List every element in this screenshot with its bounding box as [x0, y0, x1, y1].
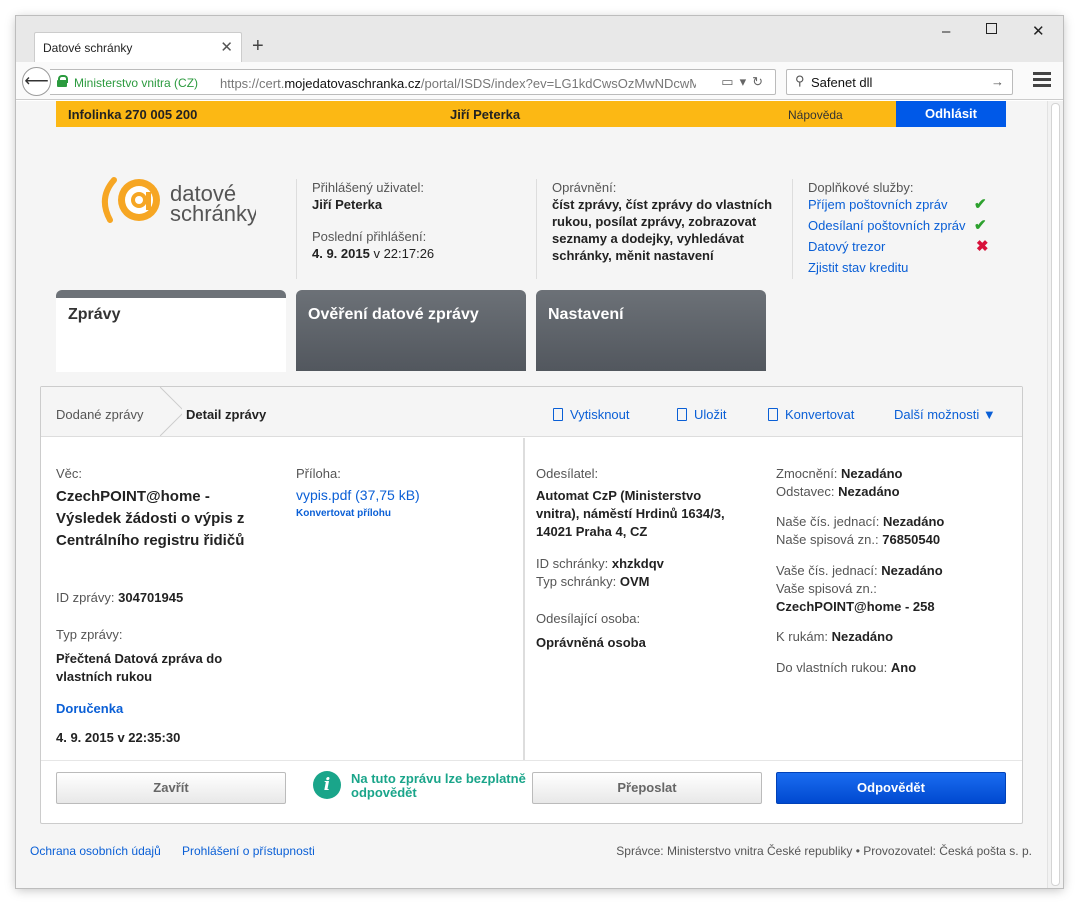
convert-icon — [768, 408, 778, 421]
close-tab-icon[interactable]: ✕ — [220, 38, 233, 56]
sender-person: Oprávněná osoba — [536, 635, 646, 650]
print-icon — [553, 408, 563, 421]
do-vlastnich-rukou: Do vlastních rukou: Ano — [776, 660, 917, 675]
accessibility-link[interactable]: Prohlášení o přístupnosti — [182, 844, 315, 858]
header-separator — [536, 179, 537, 279]
extra-services: Doplňkové služby: Příjem poštovních zprá… — [808, 179, 1008, 280]
topbar-user: Jiří Peterka — [450, 107, 521, 122]
reader-dropdown-reload-icons[interactable]: ▭▾↻ — [721, 74, 769, 90]
breadcrumb-delivered[interactable]: Dodané zprávy — [56, 407, 143, 422]
user-info: Přihlášený uživatel: Jiří Peterka Posled… — [312, 179, 532, 262]
message-info: Věc: CzechPOINT@home - Výsledek žádosti … — [41, 438, 525, 760]
tab-nastaveni[interactable]: Nastavení — [536, 290, 766, 371]
svg-text:schránky: schránky — [170, 201, 256, 226]
print-button[interactable]: Vytisknout — [553, 407, 630, 422]
infolinka: Infolinka 270 005 200 — [68, 107, 198, 122]
receipt-link[interactable]: Doručenka — [56, 700, 123, 718]
save-icon — [677, 408, 687, 421]
close-window-icon[interactable]: ✕ — [1032, 24, 1045, 40]
breadcrumb-separator — [157, 387, 182, 437]
message-type: Přečtená Datová zpráva do vlastních ruko… — [56, 651, 223, 684]
extra-service-item: Datový trezor ✖ — [808, 238, 989, 255]
extra-service-item: Příjem poštovních zpráv ✔ — [808, 196, 987, 213]
privacy-link[interactable]: Ochrana osobních údajů — [30, 844, 161, 858]
new-tab-icon[interactable]: + — [252, 34, 264, 58]
search-icon: ⚲ — [795, 73, 805, 88]
permissions: Oprávnění: číst zprávy, číst zprávy do v… — [552, 179, 788, 264]
forward-button[interactable]: Přeposlat — [532, 772, 762, 804]
check-icon: ✔ — [974, 196, 987, 213]
vase-spisova-znacka: CzechPOINT@home - 258 — [776, 599, 935, 614]
message-detail-panel: Dodané zprávy Detail zprávy Vytisknout U… — [40, 386, 1023, 824]
header-separator — [296, 179, 297, 279]
tab-overeni[interactable]: Ověření datové zprávy — [296, 290, 526, 371]
tab-title: Datové schránky — [43, 41, 133, 55]
attachment-link[interactable]: vypis.pdf (37,75 kB) — [296, 486, 420, 504]
receipt-date: 4. 9. 2015 v 22:35:30 — [56, 730, 181, 745]
page-scrollbar[interactable] — [1047, 101, 1063, 888]
k-rukam: K rukám: Nezadáno — [776, 629, 894, 644]
action-bar: Dodané zprávy Detail zprávy Vytisknout U… — [41, 387, 1022, 437]
sender-box-id: ID schránky: xhzkdqv — [536, 556, 664, 571]
titlebar: Datové schránky ✕ + – ✕ — [16, 16, 1063, 62]
hamburger-menu-icon[interactable] — [1033, 72, 1051, 90]
lock-icon — [57, 75, 68, 87]
check-icon: ✔ — [974, 217, 987, 234]
page-viewport: Infolinka 270 005 200 Jiří Peterka Nápov… — [16, 101, 1063, 888]
site-identity[interactable]: Ministerstvo vnitra (CZ) — [74, 76, 198, 90]
convert-button[interactable]: Konvertovat — [768, 407, 854, 422]
url-bar[interactable]: Ministerstvo vnitra (CZ) https://cert.mo… — [50, 69, 776, 95]
maximize-icon[interactable] — [986, 23, 997, 34]
help-link[interactable]: Nápověda — [788, 108, 843, 122]
scrollbar-thumb[interactable] — [1051, 103, 1060, 886]
minimize-icon[interactable]: – — [942, 24, 950, 40]
cross-icon: ✖ — [976, 238, 989, 255]
sender-box-type: Typ schránky: OVM — [536, 574, 650, 589]
button-bar: Zavřít i Na tuto zprávu lze bezplatně od… — [41, 760, 1022, 822]
navigation-bar: Ministerstvo vnitra (CZ) https://cert.mo… — [16, 62, 1063, 100]
more-options-button[interactable]: Další možnosti ▼ — [894, 407, 996, 422]
odstavec: Odstavec: Nezadáno — [776, 484, 900, 499]
save-button[interactable]: Uložit — [677, 407, 727, 422]
permissions-value: číst zprávy, číst zprávy do vlastních ru… — [552, 197, 773, 263]
top-info-strip: Infolinka 270 005 200 Jiří Peterka Nápov… — [56, 101, 1006, 127]
message-id: ID zprávy: 304701945 — [56, 590, 184, 605]
logged-user: Jiří Peterka — [312, 197, 383, 212]
logout-button[interactable]: Odhlásit — [896, 101, 1006, 127]
search-go-icon[interactable]: → — [991, 74, 1004, 89]
convert-attachment-link[interactable]: Konvertovat přílohu — [296, 505, 391, 523]
browser-window: Datové schránky ✕ + – ✕ Ministerstvo vni… — [16, 16, 1063, 888]
nase-cislo-jednaci: Naše čís. jednací: Nezadáno — [776, 514, 945, 529]
vase-cislo-jednaci: Vaše čís. jednací: Nezadáno — [776, 563, 943, 578]
sender-name: Automat CzP (Ministerstvo vnitra), náměs… — [536, 488, 725, 539]
browser-tab[interactable]: Datové schránky ✕ — [34, 32, 242, 62]
search-bar[interactable]: ⚲ Safenet dll → — [786, 69, 1013, 95]
datove-schranky-logo[interactable]: datové schránky — [96, 176, 256, 231]
nase-spisova-znacka: Naše spisová zn.: 76850540 — [776, 532, 941, 547]
header-separator — [792, 179, 793, 279]
admin-info: Správce: Ministerstvo vnitra České repub… — [616, 844, 1032, 858]
extra-service-item: Zjistit stav kreditu — [808, 260, 909, 275]
tab-zpravy[interactable]: Zprávy — [56, 290, 286, 372]
message-subject: CzechPOINT@home - Výsledek žádosti o výp… — [56, 488, 245, 549]
dropdown-arrow-icon: ▼ — [982, 407, 996, 422]
extra-service-item: Odesílaní poštovních zpráv ✔ — [808, 217, 987, 234]
last-login: 4. 9. 2015 v 22:17:26 — [312, 246, 435, 261]
reply-button[interactable]: Odpovědět — [776, 772, 1006, 804]
url-text[interactable]: https://cert.mojedatovaschranka.cz/porta… — [220, 76, 696, 91]
breadcrumb-detail: Detail zprávy — [186, 407, 267, 422]
zmocneni: Zmocnění: Nezadáno — [776, 466, 903, 481]
info-icon: i — [313, 771, 341, 799]
close-button[interactable]: Zavřít — [56, 772, 286, 804]
search-input[interactable]: Safenet dll — [811, 75, 872, 90]
back-button[interactable]: ⟵ — [22, 67, 51, 96]
